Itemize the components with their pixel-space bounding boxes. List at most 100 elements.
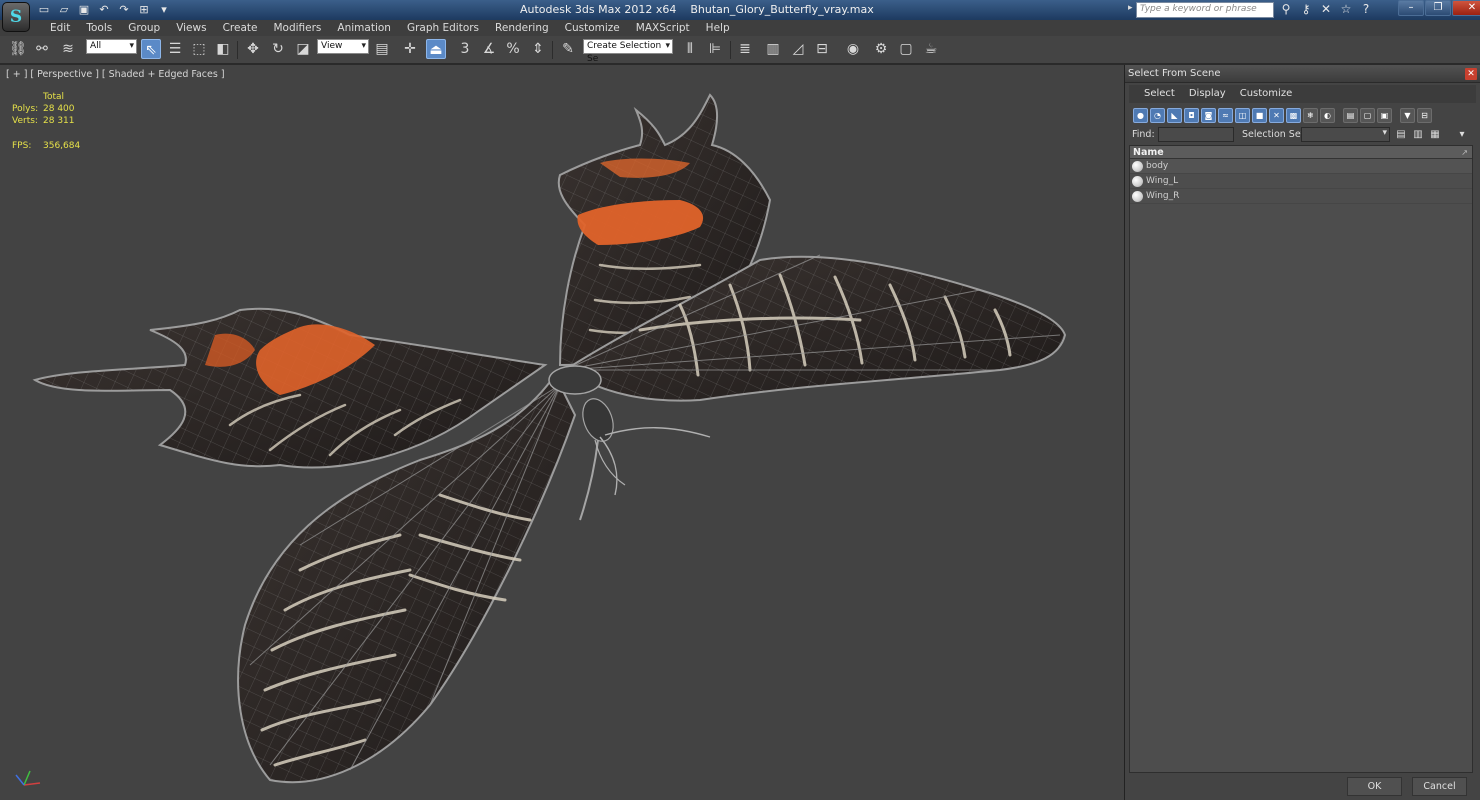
space-warps-filter-icon[interactable]: ≈ xyxy=(1218,107,1233,123)
window-crossing-icon[interactable]: ◧ xyxy=(213,39,233,59)
search-expand-icon[interactable]: ▸ xyxy=(1128,3,1133,13)
filter-funnel-icon[interactable]: ▼ xyxy=(1400,107,1415,123)
dialog-title-bar[interactable]: Select From Scene ✕ xyxy=(1125,65,1480,83)
invert-display-icon[interactable]: ▣ xyxy=(1377,107,1392,123)
name-column-header[interactable]: Name ↗ xyxy=(1130,146,1472,159)
favorites-star-icon[interactable]: ☆ xyxy=(1338,1,1354,18)
menu-group[interactable]: Group xyxy=(120,21,168,35)
object-visibility-bulb-icon[interactable] xyxy=(1132,176,1143,187)
dialog-close-icon[interactable]: ✕ xyxy=(1465,68,1477,80)
select-and-scale-icon[interactable]: ◪ xyxy=(293,39,313,59)
angle-snap-icon[interactable]: ∡ xyxy=(479,39,499,59)
quick-access-dropdown-icon[interactable]: ▾ xyxy=(156,2,172,17)
list-item[interactable]: Wing_R xyxy=(1130,189,1472,204)
list-item[interactable]: body xyxy=(1130,159,1472,174)
dialog-menu-display[interactable]: Display xyxy=(1182,85,1233,103)
snaps-toggle-icon[interactable]: 3 xyxy=(455,39,475,59)
add-to-selection-set-icon[interactable]: ▥ xyxy=(1411,127,1425,142)
graphite-ribbon-icon[interactable]: ▥ xyxy=(763,39,783,59)
menu-create[interactable]: Create xyxy=(215,21,266,35)
mirror-icon[interactable]: ⫴ xyxy=(680,39,700,59)
subscription-key-icon[interactable]: ⚷ xyxy=(1298,1,1314,18)
selection-filter-dropdown[interactable]: All xyxy=(86,39,137,54)
frozen-objects-icon[interactable]: ❄ xyxy=(1303,107,1318,123)
shapes-filter-icon[interactable]: ◔ xyxy=(1150,107,1165,123)
application-button-logo-icon[interactable]: S xyxy=(2,2,30,32)
bind-to-space-warp-icon[interactable]: ≋ xyxy=(58,39,78,59)
close-window-icon[interactable]: ✕ xyxy=(1452,0,1480,16)
rendered-frame-window-icon[interactable]: ▢ xyxy=(896,39,916,59)
menu-customize[interactable]: Customize xyxy=(557,21,628,35)
select-and-rotate-icon[interactable]: ↻ xyxy=(268,39,288,59)
rectangular-selection-icon[interactable]: ⬚ xyxy=(189,39,209,59)
dialog-menu-select[interactable]: Select xyxy=(1137,85,1182,103)
reference-coordinate-dropdown[interactable]: View xyxy=(317,39,369,54)
containers-filter-icon[interactable]: ▩ xyxy=(1286,107,1301,123)
curve-editor-icon[interactable]: ◿ xyxy=(788,39,808,59)
binoculars-icon[interactable]: ⚲ xyxy=(1278,1,1294,18)
minimize-icon[interactable]: – xyxy=(1398,0,1424,16)
keyboard-shortcut-override-icon[interactable]: ⏏ xyxy=(426,39,446,59)
render-setup-icon[interactable]: ⚙ xyxy=(871,39,891,59)
create-selection-set-icon[interactable]: ▤ xyxy=(1394,127,1408,142)
render-production-icon[interactable]: ☕ xyxy=(921,39,941,59)
named-selection-set-dropdown[interactable]: Create Selection Se xyxy=(583,39,673,64)
menu-animation[interactable]: Animation xyxy=(329,21,399,35)
menu-views[interactable]: Views xyxy=(168,21,214,35)
menu-help[interactable]: Help xyxy=(698,21,738,35)
menu-tools[interactable]: Tools xyxy=(78,21,120,35)
bones-filter-icon[interactable]: ✕ xyxy=(1269,107,1284,123)
geometry-filter-icon[interactable]: ● xyxy=(1133,107,1148,123)
menu-edit[interactable]: Edit xyxy=(42,21,78,35)
selection-set-dropdown[interactable] xyxy=(1301,127,1390,142)
select-and-move-icon[interactable]: ✥ xyxy=(243,39,263,59)
save-file-icon[interactable]: ▣ xyxy=(76,2,92,17)
find-input[interactable] xyxy=(1158,127,1234,142)
options-dropdown-icon[interactable]: ▾ xyxy=(1455,127,1469,142)
restore-icon[interactable]: ❐ xyxy=(1425,0,1451,16)
communication-center-icon[interactable]: ✕ xyxy=(1318,1,1334,18)
xrefs-filter-icon[interactable]: ■ xyxy=(1252,107,1267,123)
project-folder-icon[interactable]: ⊞ xyxy=(136,2,152,17)
select-object-icon[interactable]: ⇖ xyxy=(141,39,161,59)
menu-rendering[interactable]: Rendering xyxy=(487,21,557,35)
lights-filter-icon[interactable]: ◣ xyxy=(1167,107,1182,123)
display-all-icon[interactable]: ▤ xyxy=(1343,107,1358,123)
menu-modifiers[interactable]: Modifiers xyxy=(265,21,329,35)
percent-snap-icon[interactable]: % xyxy=(503,39,523,59)
cameras-filter-icon[interactable]: ◘ xyxy=(1184,107,1199,123)
dialog-menu-customize[interactable]: Customize xyxy=(1233,85,1300,103)
groups-filter-icon[interactable]: ◫ xyxy=(1235,107,1250,123)
object-visibility-bulb-icon[interactable] xyxy=(1132,161,1143,172)
layer-manager-icon[interactable]: ≣ xyxy=(735,39,755,59)
material-editor-icon[interactable]: ◉ xyxy=(843,39,863,59)
redo-icon[interactable]: ↷ xyxy=(116,2,132,17)
list-item[interactable]: Wing_L xyxy=(1130,174,1472,189)
ok-button[interactable]: OK xyxy=(1347,777,1402,796)
hierarchy-icon[interactable]: ⊟ xyxy=(1417,107,1432,123)
pivot-center-icon[interactable]: ▤ xyxy=(372,39,392,59)
spinner-snap-icon[interactable]: ⇕ xyxy=(528,39,548,59)
menu-maxscript[interactable]: MAXScript xyxy=(628,21,698,35)
select-and-link-icon[interactable]: ⛓ xyxy=(8,39,28,59)
schematic-view-icon[interactable]: ⊟ xyxy=(812,39,832,59)
open-file-icon[interactable]: ▱ xyxy=(56,2,72,17)
object-visibility-bulb-icon[interactable] xyxy=(1132,191,1143,202)
new-file-icon[interactable]: ▭ xyxy=(36,2,52,17)
edit-named-selection-icon[interactable]: ✎ xyxy=(558,39,578,59)
helpers-filter-icon[interactable]: ◙ xyxy=(1201,107,1216,123)
viewport-label-menu[interactable]: [ + ] [ Perspective ] [ Shaded + Edged F… xyxy=(6,69,225,80)
perspective-viewport[interactable]: [ + ] [ Perspective ] [ Shaded + Edged F… xyxy=(0,65,1125,800)
undo-icon[interactable]: ↶ xyxy=(96,2,112,17)
butterfly-mesh-render[interactable] xyxy=(0,65,1125,800)
scene-object-list[interactable]: Name ↗ body Wing_L Wing_R xyxy=(1129,145,1473,773)
infocenter-search-input[interactable]: Type a keyword or phrase xyxy=(1136,2,1274,18)
help-icon[interactable]: ? xyxy=(1358,1,1374,18)
display-none-icon[interactable]: ▢ xyxy=(1360,107,1375,123)
unlink-selection-icon[interactable]: ⚯ xyxy=(32,39,52,59)
select-by-name-icon[interactable]: ☰ xyxy=(165,39,185,59)
select-and-manipulate-icon[interactable]: ✛ xyxy=(400,39,420,59)
align-icon[interactable]: ⊫ xyxy=(705,39,725,59)
cancel-button[interactable]: Cancel xyxy=(1412,777,1467,796)
hidden-objects-icon[interactable]: ◐ xyxy=(1320,107,1335,123)
